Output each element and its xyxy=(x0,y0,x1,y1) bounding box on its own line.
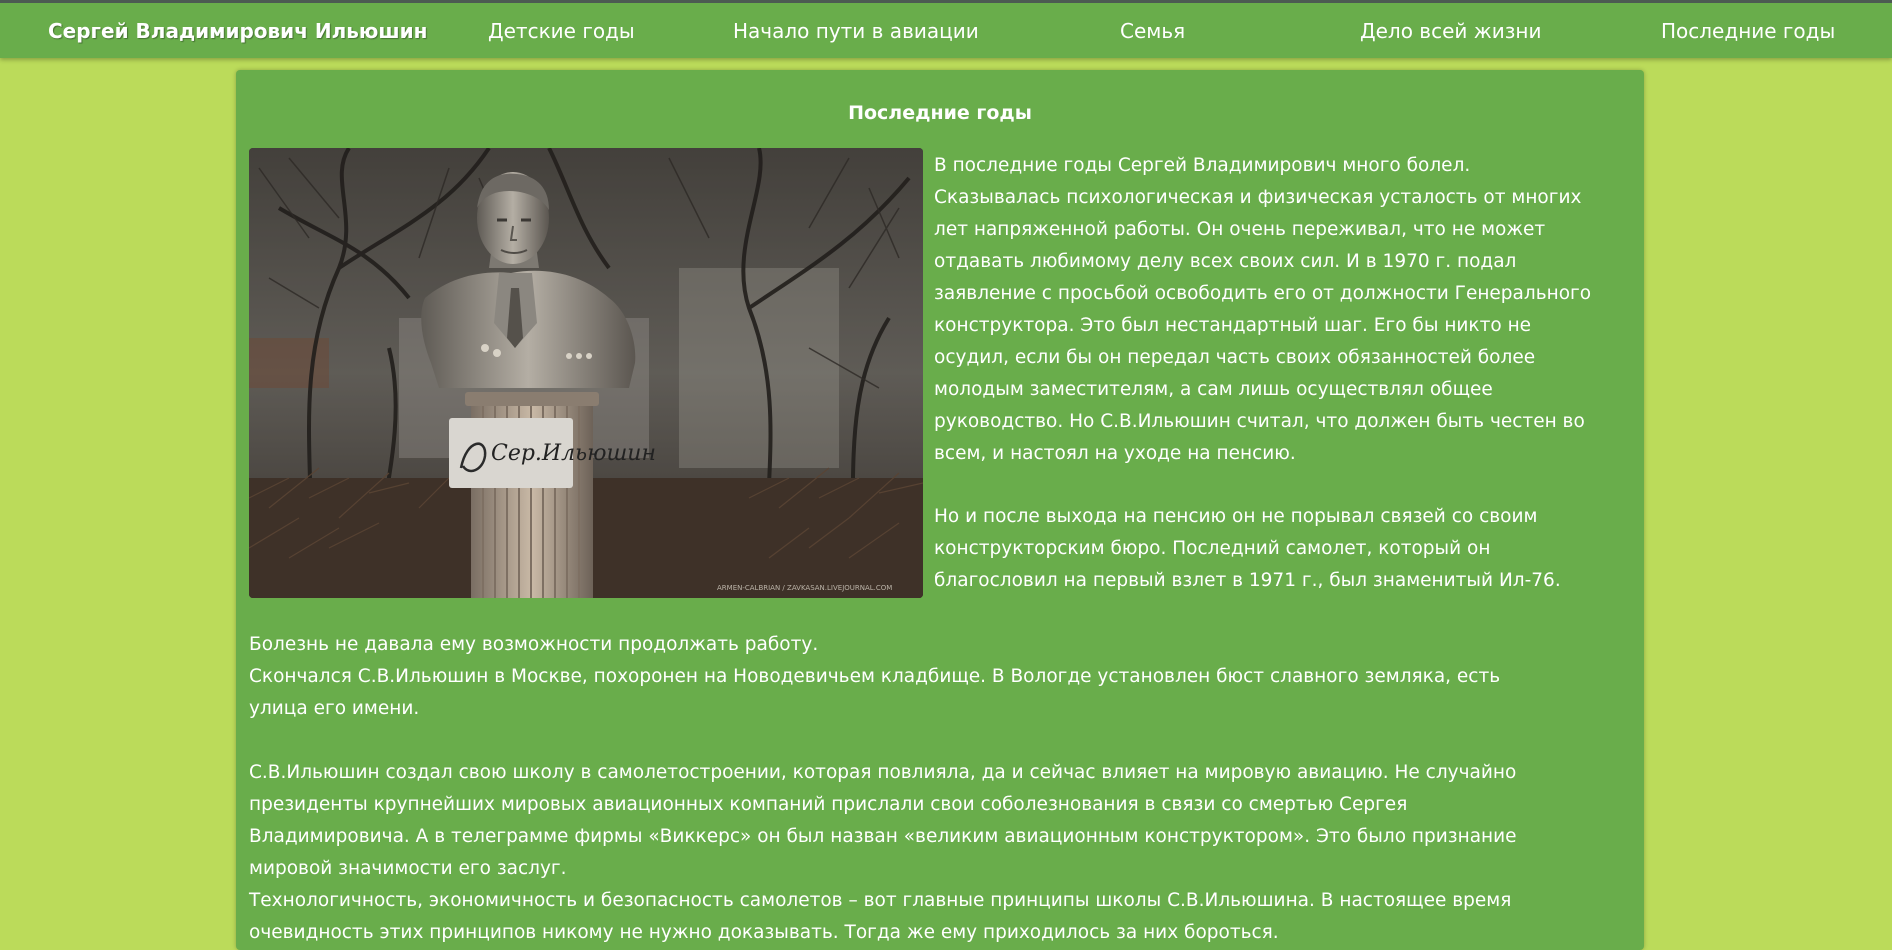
text-line: заявление с просьбой освободить его от д… xyxy=(934,283,1592,304)
text-line: конструкторским бюро. Последний самолет,… xyxy=(934,538,1491,559)
text-line: Скончался С.В.Ильюшин в Москве, похороне… xyxy=(249,666,1501,687)
paragraph-death: Болезнь не давала ему возможности продол… xyxy=(249,629,1634,725)
text-line: конструктора. Это был нестандартный шаг.… xyxy=(934,315,1532,336)
text-line: В последние годы Сергей Владимирович мно… xyxy=(934,155,1471,176)
section-title: Последние годы xyxy=(848,102,1032,124)
paragraph-retirement: Но и после выхода на пенсию он не порыва… xyxy=(934,501,1634,597)
text-line: всем, и настоял на уходе на пенсию. xyxy=(934,443,1296,464)
text-line: Владимировича. А в телеграмме фирмы «Вик… xyxy=(249,826,1517,847)
text-line: осудил, если бы он передал часть своих о… xyxy=(934,347,1536,368)
text-line: молодым заместителям, а сам лишь осущест… xyxy=(934,379,1493,400)
nav-link-life-work[interactable]: Дело всей жизни xyxy=(1360,19,1541,43)
bust-illustration: Сер.Ильюшин ARMEN-CALBRIAN / ZAVKASAN.LI… xyxy=(249,148,923,598)
text-line: Сказывалась психологическая и физическая… xyxy=(934,187,1582,208)
paragraph-legacy: С.В.Ильюшин создал свою школу в самолето… xyxy=(249,757,1634,949)
photo-watermark: ARMEN-CALBRIAN / ZAVKASAN.LIVEJOURNAL.CO… xyxy=(717,584,892,592)
nav-link-aviation-start[interactable]: Начало пути в авиации xyxy=(733,19,979,43)
ilyushin-bust-photo: Сер.Ильюшин ARMEN-CALBRIAN / ZAVKASAN.LI… xyxy=(249,148,923,598)
text-line: улица его имени. xyxy=(249,698,420,719)
top-navigation-bar: Сергей Владимирович Ильюшин Детские годы… xyxy=(0,0,1892,58)
text-line: лет напряженной работы. Он очень пережив… xyxy=(934,219,1546,240)
text-line: благословил на первый взлет в 1971 г., б… xyxy=(934,570,1561,591)
text-line: С.В.Ильюшин создал свою школу в самолето… xyxy=(249,762,1517,783)
nav-link-last-years[interactable]: Последние годы xyxy=(1661,19,1835,43)
text-line: мировой значимости его заслуг. xyxy=(249,858,567,879)
nav-link-childhood[interactable]: Детские годы xyxy=(488,19,635,43)
paragraph-illness: В последние годы Сергей Владимирович мно… xyxy=(934,150,1634,470)
text-line: Но и после выхода на пенсию он не порыва… xyxy=(934,506,1538,527)
nav-link-family[interactable]: Семья xyxy=(1120,19,1185,43)
text-line: Технологичность, экономичность и безопас… xyxy=(249,890,1512,911)
content-panel: Последние годы Сер.Ильюшин ARMEN-CALBRIA… xyxy=(236,70,1644,950)
site-brand[interactable]: Сергей Владимирович Ильюшин xyxy=(48,19,427,43)
text-line: очевидность этих принципов никому не нуж… xyxy=(249,922,1279,943)
text-line: Болезнь не давала ему возможности продол… xyxy=(249,634,819,655)
signature-text: Сер.Ильюшин xyxy=(491,441,656,466)
text-line: отдавать любимому делу всех своих сил. И… xyxy=(934,251,1517,272)
text-line: президенты крупнейших мировых авиационны… xyxy=(249,794,1408,815)
text-line: руководство. Но С.В.Ильюшин считал, что … xyxy=(934,411,1585,432)
